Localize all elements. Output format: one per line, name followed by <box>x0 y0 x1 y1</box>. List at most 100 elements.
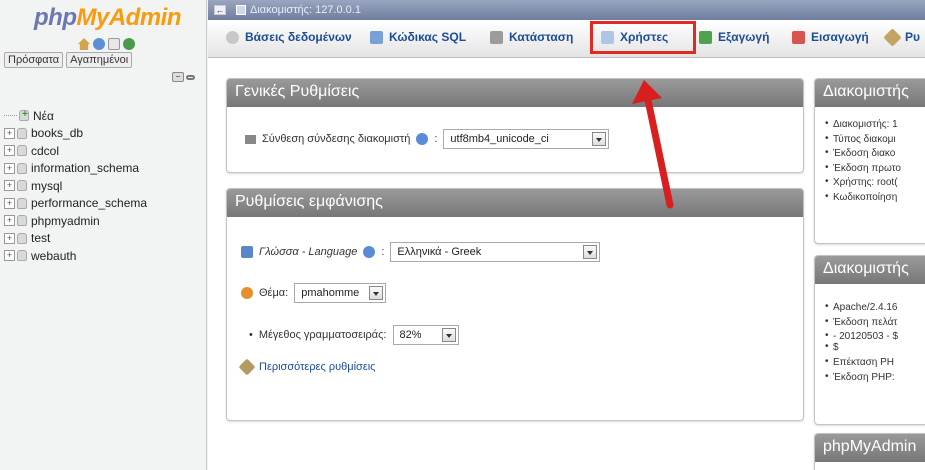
language-label: Γλώσσα - Language <box>259 246 358 258</box>
list-item: Επέκταση PH <box>825 356 898 372</box>
tab-export[interactable]: Εξαγωγή <box>699 30 769 44</box>
dropdown-arrow-icon <box>441 328 456 342</box>
navigation-panel: phpMyAdmin Πρόσφατα Αγαπημένοι − Νέα + b… <box>0 0 207 470</box>
tree-item-webauth[interactable]: + webauth <box>4 247 147 265</box>
link-icon[interactable] <box>186 74 195 80</box>
tab-settings[interactable]: Ρυ <box>883 27 920 47</box>
tree-item-label: test <box>31 231 51 246</box>
server-topbar: ← Διακομιστής: 127.0.0.1 <box>208 0 925 20</box>
collation-select[interactable]: utf8mb4_unicode_ci <box>443 129 610 149</box>
tab-label: Κώδικας SQL <box>389 30 467 44</box>
expand-icon[interactable]: + <box>4 162 15 174</box>
tree-item-label: phpmyadmin <box>31 213 100 228</box>
expand-icon[interactable]: + <box>4 145 15 157</box>
tree-controls: − <box>172 72 195 82</box>
docs-icon[interactable] <box>108 38 120 50</box>
list-item: Έκδοση PHP: <box>825 371 898 387</box>
tree-item-label: cdcol <box>31 143 60 158</box>
database-icon <box>17 145 27 157</box>
database-icon <box>17 180 27 192</box>
font-size-label: Μέγεθος γραμματοσειράς: <box>258 329 387 341</box>
breadcrumb-server: Διακομιστής: 127.0.0.1 <box>250 4 361 16</box>
tab-favorites[interactable]: Αγαπημένοι <box>66 52 133 68</box>
panel-title: Ρυθμίσεις εμφάνισης <box>227 189 803 217</box>
status-icon <box>490 30 503 44</box>
tree-item-label: performance_schema <box>31 196 148 211</box>
list-item: - 20120503 - $ <box>825 330 898 342</box>
collation-value: utf8mb4_unicode_ci <box>450 133 549 145</box>
tree-item-phpmyadmin[interactable]: + phpmyadmin <box>4 212 147 230</box>
database-icon <box>17 250 27 262</box>
language-value: Ελληνικά - Greek <box>397 246 482 258</box>
database-icon <box>17 127 27 139</box>
tree-item-cdcol[interactable]: + cdcol <box>4 142 147 160</box>
language-icon <box>241 246 253 258</box>
language-select[interactable]: Ελληνικά - Greek <box>390 242 601 262</box>
colon: : <box>434 133 438 145</box>
more-settings-row: Περισσότερες ρυθμίσεις <box>238 358 375 376</box>
tree-item-label: mysql <box>31 178 63 193</box>
nav-tabs: Πρόσφατα Αγαπημένοι <box>4 52 133 68</box>
database-icon <box>17 215 27 227</box>
expand-icon[interactable]: + <box>4 197 15 209</box>
main-content: ← Διακομιστής: 127.0.0.1 Βάσεις δεδομένω… <box>208 0 925 470</box>
collapse-nav-button[interactable]: ← <box>214 5 226 15</box>
help-icon[interactable] <box>363 246 376 258</box>
expand-icon[interactable]: + <box>4 250 15 262</box>
users-tab-highlight <box>590 21 696 54</box>
tree-item-label: Νέα <box>33 108 54 123</box>
list-item: Διακομιστής: 1 <box>825 118 901 134</box>
logout-icon[interactable] <box>93 38 105 50</box>
phpmyadmin-logo[interactable]: phpMyAdmin <box>34 4 181 32</box>
tab-import[interactable]: Εισαγωγή <box>792 30 869 44</box>
collation-row: Σύνθεση σύνδεσης διακομιστή : utf8mb4_un… <box>245 129 610 149</box>
collapse-all-button[interactable]: − <box>172 72 184 82</box>
tree-item-label: books_db <box>31 126 84 141</box>
tree-item-books-db[interactable]: + books_db <box>4 125 147 143</box>
phpmyadmin-panel: phpMyAdmin <box>814 433 925 470</box>
theme-select[interactable]: pmahomme <box>294 283 387 303</box>
home-icon[interactable] <box>78 38 90 50</box>
database-icon <box>17 232 27 244</box>
tab-label: Εισαγωγή <box>811 30 869 44</box>
font-size-value: 82% <box>399 329 422 341</box>
collation-label: Σύνθεση σύνδεσης διακομιστή <box>262 133 411 145</box>
logo-myadmin-text: MyAdmin <box>76 4 181 31</box>
tree-item-test[interactable]: + test <box>4 230 147 248</box>
theme-label: Θέμα: <box>259 287 289 299</box>
tree-item-label: webauth <box>31 248 77 263</box>
tree-item-new[interactable]: Νέα <box>4 107 147 125</box>
breadcrumb[interactable]: Διακομιστής: 127.0.0.1 <box>236 4 361 16</box>
tree-item-information-schema[interactable]: + information_schema <box>4 160 147 178</box>
main-menu: Βάσεις δεδομένων Κώδικας SQL Κατάσταση Χ… <box>208 20 925 58</box>
webserver-info-list: Apache/2.4.16 Έκδοση πελάτ - 20120503 - … <box>825 301 898 387</box>
database-server-panel: Διακομιστής Διακομιστής: 1 Τύπος διακομι… <box>814 78 925 244</box>
list-item: Έκδοση πελάτ <box>825 316 898 332</box>
tree-item-mysql[interactable]: + mysql <box>4 177 147 195</box>
help-icon[interactable] <box>416 133 429 145</box>
expand-icon[interactable]: + <box>4 232 15 244</box>
dropdown-arrow-icon <box>583 245 598 259</box>
tree-line <box>4 115 17 117</box>
list-item: Apache/2.4.16 <box>825 301 898 317</box>
settings-icon[interactable] <box>123 38 135 50</box>
list-item: $ <box>825 341 898 357</box>
theme-icon <box>241 287 253 299</box>
font-size-select[interactable]: 82% <box>392 325 459 345</box>
server-info-list: Διακομιστής: 1 Τύπος διακομι Έκδοση διακ… <box>825 118 901 206</box>
tab-label: Εξαγωγή <box>718 30 770 44</box>
expand-icon[interactable]: + <box>4 215 15 227</box>
list-item: Έκδοση πρωτο <box>825 162 901 178</box>
sql-icon <box>370 30 383 44</box>
tab-databases[interactable]: Βάσεις δεδομένων <box>226 30 352 44</box>
tab-recent[interactable]: Πρόσφατα <box>4 52 64 68</box>
tree-item-performance-schema[interactable]: + performance_schema <box>4 195 147 213</box>
tab-sql[interactable]: Κώδικας SQL <box>370 30 466 44</box>
more-settings-link[interactable]: Περισσότερες ρυθμίσεις <box>259 361 375 373</box>
tab-status[interactable]: Κατάσταση <box>490 30 573 44</box>
expand-icon[interactable]: + <box>4 180 15 192</box>
wrench-icon <box>238 358 256 376</box>
expand-icon[interactable]: + <box>4 127 15 139</box>
general-settings-panel: Γενικές Ρυθμίσεις Σύνθεση σύνδεσης διακο… <box>226 78 804 173</box>
database-tree: Νέα + books_db + cdcol + information_sch… <box>4 107 147 265</box>
